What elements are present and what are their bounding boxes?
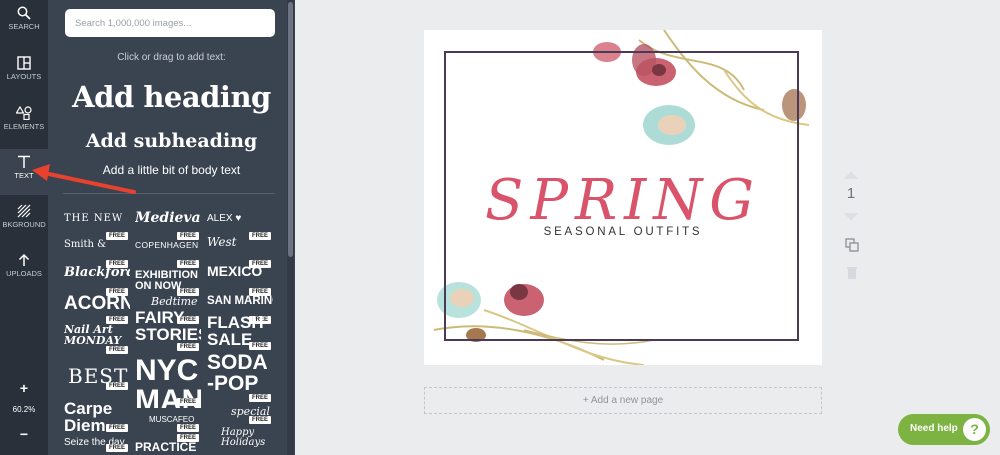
free-badge: FREE (248, 416, 271, 424)
text-template-tile[interactable]: MUSCAFEO FREE (135, 410, 201, 434)
annotation-arrow (32, 164, 136, 194)
text-template-tile[interactable]: Seize the day FREE (64, 434, 130, 455)
text-template-tile[interactable]: NYC MANHATTANFREE (135, 356, 201, 408)
text-template-tile[interactable]: PRACTICE FREE (135, 434, 201, 455)
rail-label: LAYOUTS (6, 72, 42, 81)
text-template-tile[interactable]: SODA -POP FREE (207, 352, 273, 404)
free-badge: FREE (105, 444, 128, 452)
text-template-tile[interactable]: special FREE (207, 402, 273, 426)
search-input[interactable] (65, 9, 275, 37)
need-help-button[interactable]: Need help ? (898, 414, 990, 445)
rail-label: UPLOADS (6, 269, 42, 278)
elements-icon (16, 106, 32, 120)
search-icon (17, 6, 31, 20)
free-badge: FREE (248, 342, 271, 350)
text-template-tile[interactable]: FLASH SALE FREE (207, 312, 273, 352)
free-badge: FREE (176, 398, 199, 406)
upload-icon (18, 253, 30, 266)
background-icon (17, 204, 31, 218)
free-badge: FREE (105, 382, 128, 390)
copy-page-icon[interactable] (845, 238, 859, 252)
rail-item-elements[interactable]: ELEMENTS (0, 100, 48, 144)
rail-label: SEARCH (8, 22, 40, 31)
free-badge: FREE (176, 424, 199, 432)
sidebar-rail: SEARCH LAYOUTS ELEMENTS TEXT BKGROUND UP… (0, 0, 48, 455)
text-template-tile[interactable]: BEST FREE (64, 356, 130, 392)
rail-label: ELEMENTS (3, 122, 45, 131)
free-badge: FREE (105, 346, 128, 354)
add-heading-button[interactable]: Add heading (48, 80, 295, 114)
design-title[interactable]: SPRING (424, 168, 822, 233)
text-template-tile[interactable]: Nail Art MONDAY FREE (64, 322, 130, 356)
add-page-button[interactable]: + Add a new page (424, 387, 822, 414)
page-number: 1 (846, 185, 856, 202)
question-icon: ? (963, 418, 986, 441)
panel-hint: Click or drag to add text: (117, 52, 226, 63)
rail-item-uploads[interactable]: UPLOADS (0, 247, 48, 291)
free-badge: FREE (176, 343, 199, 351)
rail-item-layouts[interactable]: LAYOUTS (0, 50, 48, 94)
rail-item-search[interactable]: SEARCH (0, 0, 48, 44)
design-subtitle[interactable]: SEASONAL OUTFITS (424, 226, 822, 238)
free-badge: FREE (176, 434, 199, 442)
free-badge: FREE (105, 424, 128, 432)
layouts-icon (17, 56, 31, 70)
zoom-in-button[interactable]: + (14, 379, 34, 399)
text-template-tile[interactable]: ACORN FREE (64, 292, 130, 326)
add-subheading-button[interactable]: Add subheading (48, 130, 295, 152)
rail-item-background[interactable]: BKGROUND (0, 198, 48, 242)
page-down-icon[interactable] (843, 212, 859, 222)
text-template-tile[interactable]: FAIRY STORIESFREE (135, 307, 201, 353)
help-label: Need help (910, 423, 958, 434)
rail-label: BKGROUND (2, 220, 46, 229)
design-canvas[interactable]: SPRING SEASONAL OUTFITS (424, 30, 822, 365)
zoom-out-button[interactable]: − (14, 425, 34, 445)
free-badge: FREE (248, 394, 271, 402)
text-template-tile[interactable]: Happy Holidays (207, 426, 273, 455)
page-up-icon[interactable] (843, 170, 859, 180)
text-template-tile[interactable]: Carpe Diem FREE (64, 398, 130, 434)
zoom-level: 60.2% (12, 405, 36, 414)
delete-page-icon[interactable] (846, 266, 858, 280)
